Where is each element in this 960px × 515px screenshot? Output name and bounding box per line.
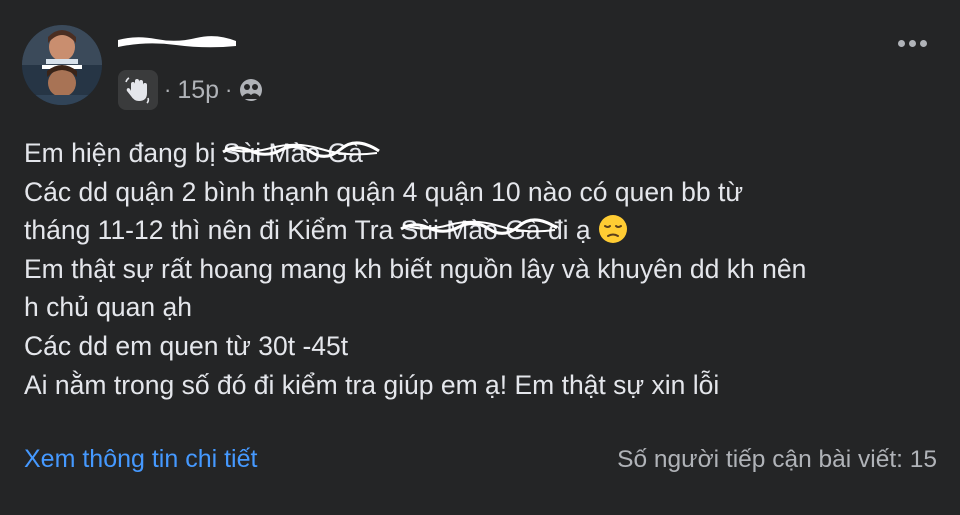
post-timestamp[interactable]: 15p [177,76,219,105]
friends-icon[interactable] [238,77,264,103]
post-line: tháng 11-12 thì nên đi Kiểm Tra Sùi Mào … [24,211,939,250]
post-line: h chủ quan ạh [24,288,939,327]
view-details-link[interactable]: Xem thông tin chi tiết [24,445,257,474]
post-text: tháng 11-12 thì nên đi Kiểm Tra [24,215,401,246]
post-card: · 15p · Em hiện đang bị Sùi Mào Gà Các d… [0,0,960,515]
redacted-text: Sùi Mào Gà [399,211,558,250]
post-line: Em thật sự rất hoang mang kh biết nguồn … [24,250,939,289]
post-text: h chủ quan ạh [24,292,192,323]
more-options-icon[interactable] [892,28,932,58]
post-line: Các dd em quen từ 30t -45t [24,327,939,366]
meta-separator: · [225,77,233,102]
post-line: Em hiện đang bị Sùi Mào Gà [24,134,939,173]
post-line: Ai nằm trong số đó đi kiểm tra giúp em ạ… [24,366,939,405]
post-text: Em thật sự rất hoang mang kh biết nguồn … [24,253,807,284]
redacted-text: Sùi Mào Gà [222,134,380,173]
post-text: Em hiện đang bị [24,138,223,168]
post-text: Các dd quận 2 bình thạnh quận 4 quận 10 … [24,176,744,207]
post-text: Ai nằm trong số đó đi kiểm tra giúp em ạ… [24,369,720,400]
post-meta: · 15p · [118,70,264,110]
post-reach-count: Số người tiếp cận bài viết: 15 [617,446,937,473]
post-text: Các dd em quen từ 30t -45t [24,330,349,361]
author-name-redacted [118,36,236,48]
post-body: Em hiện đang bị Sùi Mào Gà Các dd quận 2… [24,134,939,404]
meta-separator: · [164,77,172,102]
pensive-face-icon [599,215,628,244]
post-line: Các dd quận 2 bình thạnh quận 4 quận 10 … [24,173,939,212]
wave-hand-icon[interactable] [118,70,158,110]
author-avatar[interactable] [22,25,102,105]
